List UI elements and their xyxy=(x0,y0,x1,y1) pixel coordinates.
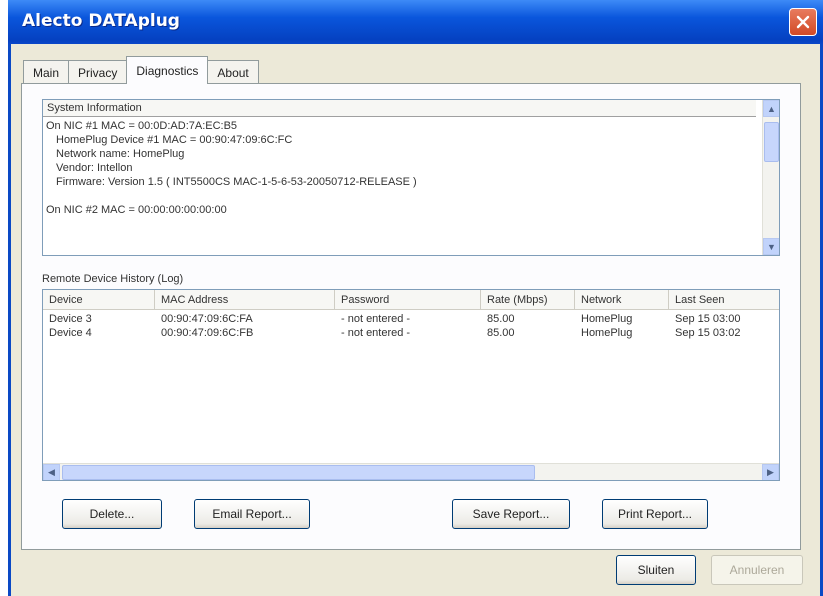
close-button[interactable] xyxy=(789,8,817,36)
scroll-left-button[interactable]: ◀ xyxy=(43,464,60,480)
system-info-box[interactable]: System Information On NIC #1 MAC = 00:0D… xyxy=(42,99,780,256)
chevron-left-icon: ◀ xyxy=(48,467,55,477)
system-info-line: HomePlug Device #1 MAC = 00:90:47:09:6C:… xyxy=(56,134,293,146)
tab-privacy[interactable]: Privacy xyxy=(68,60,128,84)
column-header-device[interactable]: Device xyxy=(43,290,155,310)
table-row[interactable]: Device 4 00:90:47:09:6C:FB - not entered… xyxy=(43,326,779,340)
column-header-network[interactable]: Network xyxy=(575,290,669,310)
column-header-last-seen[interactable]: Last Seen xyxy=(669,290,779,310)
column-header-rate[interactable]: Rate (Mbps) xyxy=(481,290,575,310)
cell-last-seen: Sep 15 03:00 xyxy=(675,313,741,325)
system-info-lines: On NIC #1 MAC = 00:0D:AD:7A:EC:B5 HomePl… xyxy=(46,119,751,217)
system-info-line: On NIC #1 MAC = 00:0D:AD:7A:EC:B5 xyxy=(46,120,238,132)
scroll-up-button[interactable]: ▲ xyxy=(763,100,779,117)
system-info-line: Firmware: Version 1.5 ( INT5500CS MAC-1-… xyxy=(56,176,417,188)
system-info-line: Network name: HomePlug xyxy=(56,148,185,160)
cell-network: HomePlug xyxy=(581,327,633,339)
system-info-vertical-scrollbar[interactable]: ▲ ▼ xyxy=(762,100,779,255)
diagnostics-panel: System Information On NIC #1 MAC = 00:0D… xyxy=(21,83,801,550)
email-report-button[interactable]: Email Report... xyxy=(194,499,310,529)
cell-mac-address: 00:90:47:09:6C:FB xyxy=(161,327,254,339)
tab-diagnostics[interactable]: Diagnostics xyxy=(126,56,209,84)
scroll-thumb[interactable] xyxy=(62,465,535,480)
table-row[interactable]: Device 3 00:90:47:09:6C:FA - not entered… xyxy=(43,312,779,326)
cell-rate: 85.00 xyxy=(487,327,515,339)
cell-network: HomePlug xyxy=(581,313,633,325)
log-title: Remote Device History (Log) xyxy=(42,273,184,285)
system-info-line: On NIC #2 MAC = 00:00:00:00:00:00 xyxy=(46,204,227,216)
chevron-up-icon: ▲ xyxy=(767,103,776,114)
remote-device-log-list[interactable]: Device MAC Address Password Rate (Mbps) … xyxy=(42,289,780,481)
system-info-header: System Information xyxy=(43,100,756,117)
chevron-right-icon: ▶ xyxy=(767,467,774,477)
tab-strip: Main Privacy Diagnostics About xyxy=(23,56,259,84)
cell-device: Device 4 xyxy=(49,327,92,339)
column-header-password[interactable]: Password xyxy=(335,290,481,310)
cell-password: - not entered - xyxy=(341,313,411,325)
log-horizontal-scrollbar[interactable]: ◀ ▶ xyxy=(43,463,779,480)
system-info-line: Vendor: Intellon xyxy=(56,162,133,174)
cell-device: Device 3 xyxy=(49,313,92,325)
window-title: Alecto DATAplug xyxy=(22,11,180,31)
tab-main[interactable]: Main xyxy=(23,60,70,84)
cell-last-seen: Sep 15 03:02 xyxy=(675,327,741,339)
scroll-right-button[interactable]: ▶ xyxy=(762,464,779,480)
apply-button[interactable]: Annuleren xyxy=(711,555,803,585)
cell-password: - not entered - xyxy=(341,327,411,339)
cell-rate: 85.00 xyxy=(487,313,515,325)
close-icon xyxy=(796,15,810,29)
cell-mac-address: 00:90:47:09:6C:FA xyxy=(161,313,253,325)
scroll-down-button[interactable]: ▼ xyxy=(763,238,779,255)
save-report-button[interactable]: Save Report... xyxy=(452,499,570,529)
log-column-headers: Device MAC Address Password Rate (Mbps) … xyxy=(43,290,779,310)
scroll-thumb[interactable] xyxy=(764,122,779,162)
tab-about[interactable]: About xyxy=(207,60,259,84)
system-info-line xyxy=(46,189,751,203)
title-bar[interactable]: Alecto DATAplug xyxy=(8,0,823,44)
dialog-window: Alecto DATAplug Main Privacy Diagnostics… xyxy=(8,0,823,596)
delete-button[interactable]: Delete... xyxy=(62,499,162,529)
chevron-down-icon: ▼ xyxy=(767,241,776,252)
close-dialog-button[interactable]: Sluiten xyxy=(616,555,696,585)
log-rows: Device 3 00:90:47:09:6C:FA - not entered… xyxy=(43,312,779,340)
print-report-button[interactable]: Print Report... xyxy=(602,499,708,529)
column-header-mac-address[interactable]: MAC Address xyxy=(155,290,335,310)
